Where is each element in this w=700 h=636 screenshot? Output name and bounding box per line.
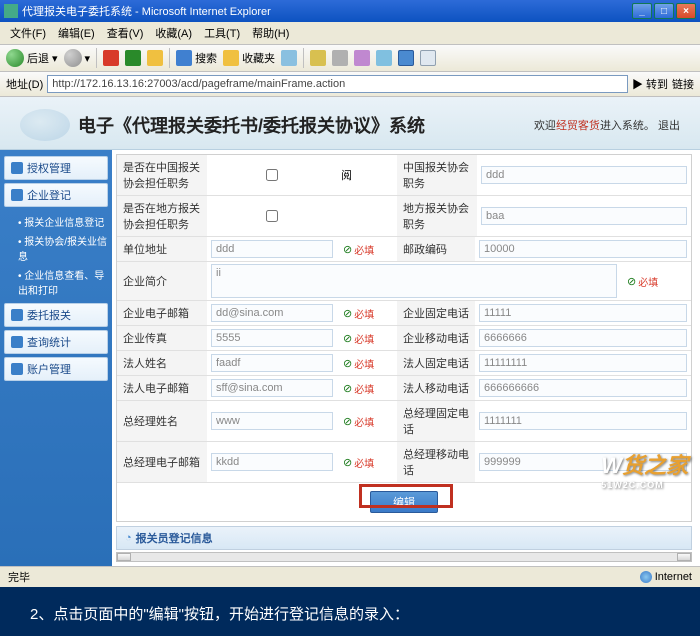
input-fax[interactable]	[211, 329, 333, 347]
page-header: 电子《代理报关委托书/委托报关协议》系统 欢迎经贸客货进入系统。 退出	[0, 97, 700, 150]
label-mobile: 企业移动电话	[397, 326, 475, 350]
nav-register[interactable]: 企业登记	[4, 183, 108, 207]
horizontal-scrollbar[interactable]	[116, 552, 692, 562]
logout-link[interactable]: 退出	[658, 120, 680, 132]
security-zone: Internet	[640, 571, 692, 583]
checkbox-china-assoc[interactable]	[211, 169, 333, 181]
edit-icon[interactable]	[354, 50, 370, 66]
watermark: W货之家 51W2C.COM	[601, 448, 688, 490]
back-button[interactable]: 后退 ▾	[6, 49, 58, 67]
window-title: 代理报关电子委托系统 - Microsoft Internet Explorer	[22, 3, 630, 19]
label-china-assoc: 是否在中国报关协会担任职务	[117, 155, 207, 195]
links-label[interactable]: 链接	[672, 76, 694, 92]
label-local-assoc: 是否在地方报关协会担任职务	[117, 196, 207, 236]
close-button[interactable]: ×	[676, 3, 696, 19]
nav-account[interactable]: 账户管理	[4, 357, 108, 381]
go-button[interactable]: ▶ 转到	[632, 76, 668, 92]
nav-query[interactable]: 查询统计	[4, 330, 108, 354]
sidebar: 授权管理 企业登记 报关企业信息登记 报关协会/报关业信息 企业信息查看、导出和…	[0, 150, 112, 566]
window-titlebar: 代理报关电子委托系统 - Microsoft Internet Explorer…	[0, 0, 700, 22]
logo-icon	[20, 109, 70, 141]
address-input[interactable]: http://172.16.13.16:27003/acd/pageframe/…	[47, 75, 628, 93]
input-legal-tel[interactable]	[479, 354, 687, 372]
label-zip: 邮政编码	[397, 237, 475, 261]
menu-file[interactable]: 文件(F)	[6, 24, 50, 42]
status-text: 完毕	[8, 569, 640, 585]
textarea-intro[interactable]: ii	[211, 264, 617, 298]
label-mgr: 总经理姓名	[117, 401, 207, 441]
val-china-assoc: 阅	[337, 155, 397, 195]
label-legal-email: 法人电子邮箱	[117, 376, 207, 400]
internet-icon	[640, 571, 652, 583]
sub-view-export[interactable]: 企业信息查看、导出和打印	[18, 265, 108, 299]
main-content: 是否在中国报关协会担任职务 阅 中国报关协会职务 是否在地方报关协会担任职务 地…	[112, 150, 700, 566]
page-title: 电子《代理报关委托书/委托报关协议》系统	[78, 112, 534, 138]
label-mgr-email: 总经理电子邮箱	[117, 442, 207, 482]
label-email: 企业电子邮箱	[117, 301, 207, 325]
label-addr: 单位地址	[117, 237, 207, 261]
checkbox-local-assoc[interactable]	[211, 210, 333, 222]
status-bar: 完毕 Internet	[0, 566, 700, 587]
input-mgr-email[interactable]	[211, 453, 333, 471]
menu-bar: 文件(F) 编辑(E) 查看(V) 收藏(A) 工具(T) 帮助(H)	[0, 22, 700, 45]
label-legal-mobile: 法人移动电话	[397, 376, 475, 400]
label-intro: 企业简介	[117, 262, 207, 300]
input-email[interactable]	[211, 304, 333, 322]
label-local-pos: 地方报关协会职务	[397, 196, 477, 236]
maximize-button[interactable]: □	[654, 3, 674, 19]
favorites-button[interactable]: 收藏夹	[223, 50, 275, 66]
discuss-icon[interactable]	[376, 50, 392, 66]
input-mgr[interactable]	[211, 412, 333, 430]
ext-icon-1[interactable]	[398, 50, 414, 66]
field-china-assoc	[207, 155, 337, 195]
input-china-pos[interactable]	[481, 166, 687, 184]
print-icon[interactable]	[332, 50, 348, 66]
label-tel: 企业固定电话	[397, 301, 475, 325]
sub-customs-info[interactable]: 报关企业信息登记	[18, 212, 108, 231]
menu-fav[interactable]: 收藏(A)	[151, 24, 196, 42]
history-icon[interactable]	[281, 50, 297, 66]
label-mgr-tel: 总经理固定电话	[397, 401, 475, 441]
label-china-pos: 中国报关协会职务	[397, 155, 477, 195]
stop-icon[interactable]	[103, 50, 119, 66]
home-icon[interactable]	[147, 50, 163, 66]
menu-tools[interactable]: 工具(T)	[200, 24, 244, 42]
input-mgr-tel[interactable]	[479, 412, 687, 430]
highlight-box	[359, 484, 453, 508]
app-icon	[4, 4, 18, 18]
label-mgr-mobile: 总经理移动电话	[397, 442, 475, 482]
nav-entrust[interactable]: 委托报关	[4, 303, 108, 327]
minimize-button[interactable]: _	[632, 3, 652, 19]
input-tel[interactable]	[479, 304, 687, 322]
section-customs-staff[interactable]: 报关员登记信息	[116, 526, 692, 550]
label-fax: 企业传真	[117, 326, 207, 350]
field-local-assoc	[207, 196, 337, 236]
nav-auth[interactable]: 授权管理	[4, 156, 108, 180]
refresh-icon[interactable]	[125, 50, 141, 66]
welcome-text: 欢迎经贸客货进入系统。 退出	[534, 117, 680, 133]
toolbar: 后退 ▾ ▾ 搜索 收藏夹	[0, 45, 700, 72]
input-local-pos[interactable]	[481, 207, 687, 225]
menu-edit[interactable]: 编辑(E)	[54, 24, 99, 42]
mail-icon[interactable]	[310, 50, 326, 66]
menu-view[interactable]: 查看(V)	[103, 24, 148, 42]
input-legal[interactable]	[211, 354, 333, 372]
ext-icon-2[interactable]	[420, 50, 436, 66]
slide-caption: 2、点击页面中的"编辑"按钮，开始进行登记信息的录入：	[0, 587, 700, 636]
input-zip[interactable]	[479, 240, 687, 258]
nav-register-sub: 报关企业信息登记 报关协会/报关业信息 企业信息查看、导出和打印	[4, 210, 108, 303]
input-mobile[interactable]	[479, 329, 687, 347]
label-legal: 法人姓名	[117, 351, 207, 375]
sub-assoc-info[interactable]: 报关协会/报关业信息	[18, 231, 108, 265]
address-label: 地址(D)	[6, 76, 43, 92]
label-legal-tel: 法人固定电话	[397, 351, 475, 375]
address-bar: 地址(D) http://172.16.13.16:27003/acd/page…	[0, 72, 700, 97]
forward-button[interactable]: ▾	[64, 49, 91, 67]
search-button[interactable]: 搜索	[176, 50, 217, 66]
input-legal-email[interactable]	[211, 379, 333, 397]
menu-help[interactable]: 帮助(H)	[248, 24, 293, 42]
input-legal-mobile[interactable]	[479, 379, 687, 397]
input-addr[interactable]	[211, 240, 333, 258]
